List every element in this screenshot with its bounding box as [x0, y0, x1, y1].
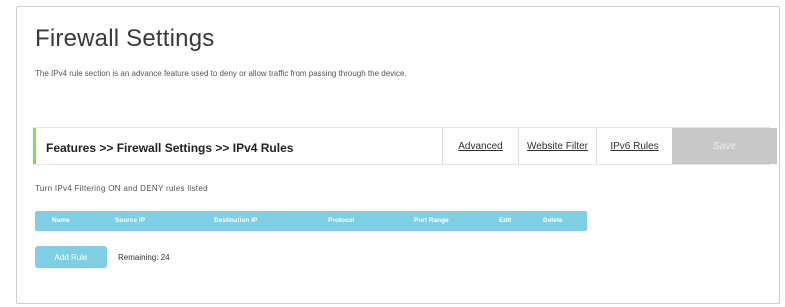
header-protocol: Protocol: [328, 217, 355, 224]
page-title: Firewall Settings: [35, 25, 215, 52]
header-destination-ip: Destination IP: [214, 217, 258, 224]
filter-note: Turn IPv4 Filtering ON and DENY rules li…: [35, 184, 208, 193]
section-nav-bar: Features >> Firewall Settings >> IPv4 Ru…: [33, 127, 777, 165]
website-filter-link[interactable]: Website Filter: [518, 128, 596, 164]
header-name: Name: [52, 217, 70, 224]
add-rule-button[interactable]: Add Rule: [35, 246, 107, 268]
header-source-ip: Source IP: [115, 217, 145, 224]
accent-bar: [33, 128, 36, 164]
header-delete: Delete: [543, 217, 563, 224]
rules-table-header: Name Source IP Destination IP Protocol P…: [35, 211, 587, 231]
ipv6-rules-link[interactable]: IPv6 Rules: [596, 128, 672, 164]
nav-links: Advanced Website Filter IPv6 Rules Save: [442, 128, 777, 164]
advanced-link[interactable]: Advanced: [442, 128, 518, 164]
page-description: The IPv4 rule section is an advance feat…: [35, 69, 407, 78]
header-edit: Edit: [499, 217, 512, 224]
header-port-range: Port Range: [414, 217, 449, 224]
save-button[interactable]: Save: [672, 128, 777, 164]
remaining-count: Remaining: 24: [118, 253, 170, 262]
firewall-panel: Firewall Settings The IPv4 rule section …: [16, 6, 780, 304]
breadcrumb: Features >> Firewall Settings >> IPv4 Ru…: [46, 141, 294, 155]
